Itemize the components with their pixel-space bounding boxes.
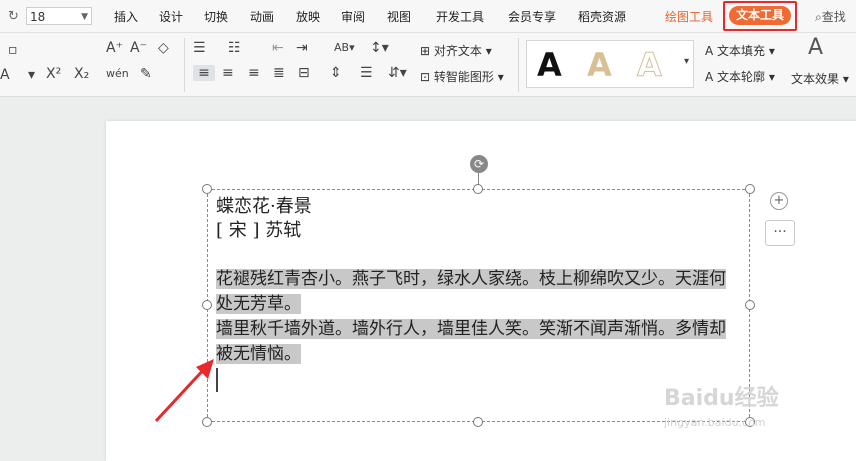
poem-body: 花褪残红青杏小。燕子飞时，绿水人家绕。枝上柳绵吹又少。天涯何处无芳草。 墙里秋千…: [216, 267, 736, 392]
resize-handle[interactable]: [745, 300, 755, 310]
align-text-button[interactable]: ⊞ 对齐文本 ▾: [420, 42, 492, 59]
chevron-down-icon: ▾: [842, 72, 849, 86]
search-icon: ⌕: [815, 10, 822, 24]
column-icon[interactable]: ☰: [360, 65, 373, 81]
search-button[interactable]: ⌕查找: [815, 8, 846, 25]
more-options-button[interactable]: ···: [765, 220, 795, 246]
numbered-list-icon[interactable]: ☷: [228, 40, 241, 56]
bullet-list-icon[interactable]: ☰: [193, 40, 206, 56]
text-style-gallery[interactable]: A A A: [526, 40, 694, 88]
search-label: 查找: [821, 10, 846, 24]
poem-line-2: 墙里秋千墙外道。墙外行人，墙里佳人笑。笑渐不闻声渐悄。多情却被无情恼。: [216, 319, 726, 364]
style-gold[interactable]: A: [587, 45, 612, 85]
align-left-icon[interactable]: ≡: [193, 65, 215, 81]
decrease-font-icon[interactable]: A⁻: [130, 40, 147, 56]
justify-icon[interactable]: ≣: [273, 65, 285, 81]
tab-animation[interactable]: 动画: [250, 8, 274, 25]
clear-format-icon[interactable]: ◇: [158, 40, 169, 56]
chevron-down-icon: ▾: [485, 44, 492, 58]
text-outline-icon: A: [705, 70, 714, 84]
increase-indent-icon[interactable]: ⇥: [296, 40, 308, 56]
paragraph-spacing-icon[interactable]: ⇕: [330, 65, 342, 81]
tab-insert[interactable]: 插入: [114, 8, 138, 25]
poem-title: 蝶恋花·春景: [216, 196, 312, 217]
text-effect-button[interactable]: 文本效果 ▾: [791, 70, 849, 87]
tab-review[interactable]: 审阅: [341, 8, 365, 25]
resize-handle[interactable]: [202, 300, 212, 310]
tab-docer[interactable]: 稻壳资源: [578, 8, 626, 25]
gallery-more-icon[interactable]: ▾: [684, 54, 689, 70]
text-outline-label: 文本轮廓: [717, 70, 766, 84]
increase-font-icon[interactable]: A⁺: [106, 40, 123, 56]
spacing-dropdown-icon[interactable]: ⇵▾: [388, 65, 407, 81]
text-outline-button[interactable]: A 文本轮廓 ▾: [705, 68, 775, 85]
resize-handle[interactable]: [745, 184, 755, 194]
tab-view[interactable]: 视图: [387, 8, 411, 25]
smart-art-label: 转智能图形: [433, 70, 494, 84]
poem-text[interactable]: 蝶恋花·春景 [ 宋 ] 苏轼 花褪残红青杏小。燕子飞时，绿水人家绕。枝上柳绵吹…: [216, 195, 736, 392]
text-effect-label: 文本效果: [791, 72, 840, 86]
text-effect-icon[interactable]: A: [808, 37, 823, 59]
smart-art-icon: ⊡: [420, 70, 431, 84]
align-text-icon: ⊞: [420, 44, 431, 58]
resize-handle[interactable]: [202, 184, 212, 194]
text-fill-label: 文本填充: [717, 44, 766, 58]
add-icon[interactable]: +: [770, 192, 788, 210]
ribbon-divider: [518, 38, 519, 92]
font-color-icon[interactable]: A: [0, 67, 10, 83]
poem-line-1: 花褪残红青杏小。燕子飞时，绿水人家绕。枝上柳绵吹又少。天涯何处无芳草。: [216, 269, 726, 314]
tab-design[interactable]: 设计: [159, 8, 183, 25]
chevron-down-icon: ▾: [768, 70, 775, 84]
smart-art-button[interactable]: ⊡ 转智能图形 ▾: [420, 68, 504, 85]
text-direction-icon[interactable]: AB▾: [334, 40, 355, 56]
align-text-label: 对齐文本: [433, 44, 482, 58]
left-clip-icon: ▫: [8, 42, 18, 58]
redo-icon[interactable]: ↻: [8, 9, 19, 24]
font-size-value: 18: [30, 10, 46, 24]
tab-slideshow[interactable]: 放映: [296, 8, 320, 25]
poem-author: [ 宋 ] 苏轼: [216, 220, 302, 241]
tab-transition[interactable]: 切换: [204, 8, 228, 25]
tab-developer[interactable]: 开发工具: [436, 8, 484, 25]
resize-handle[interactable]: [473, 417, 483, 427]
text-fill-icon: A: [705, 44, 714, 58]
strikethrough-dropdown-icon[interactable]: ▾: [28, 67, 35, 83]
align-center-icon[interactable]: ≡: [222, 65, 234, 81]
style-black[interactable]: A: [537, 45, 562, 85]
highlight-color-icon[interactable]: ✎: [140, 66, 152, 82]
decrease-indent-icon[interactable]: ⇤: [272, 40, 284, 56]
tab-member[interactable]: 会员专享: [508, 8, 556, 25]
line-spacing-icon[interactable]: ↕▾: [370, 40, 389, 56]
superscript-icon[interactable]: X²: [46, 66, 61, 82]
chevron-down-icon: ▾: [768, 44, 775, 58]
distribute-icon[interactable]: ⊟: [298, 65, 310, 81]
style-outline[interactable]: A: [637, 45, 663, 85]
chevron-down-icon: ▼: [81, 12, 88, 22]
tab-text-tools[interactable]: 文本工具: [729, 6, 791, 25]
font-size-select[interactable]: 18 ▼: [26, 7, 92, 25]
align-right-icon[interactable]: ≡: [248, 65, 260, 81]
ribbon-divider: [184, 38, 185, 92]
rotate-handle-icon[interactable]: ⟳: [470, 155, 488, 173]
resize-handle[interactable]: [473, 184, 483, 194]
pinyin-icon[interactable]: wén: [106, 66, 129, 82]
annotation-arrow-icon: [154, 359, 214, 423]
tab-drawing-tools[interactable]: 绘图工具: [665, 8, 713, 25]
watermark-logo: Baidu经验: [664, 386, 779, 411]
chevron-down-icon: ▾: [497, 70, 504, 84]
text-fill-button[interactable]: A 文本填充 ▾: [705, 42, 775, 59]
subscript-icon[interactable]: X₂: [74, 66, 89, 82]
watermark-url: jingyan.baidu.com: [664, 416, 766, 429]
